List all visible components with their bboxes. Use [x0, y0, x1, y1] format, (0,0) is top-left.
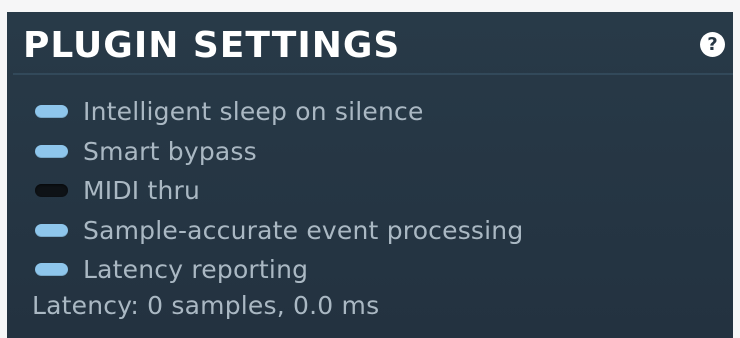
toggle-switch[interactable] [35, 144, 68, 158]
panel-title: PLUGIN SETTINGS [23, 25, 401, 66]
toggle-switch[interactable] [35, 105, 68, 119]
toggle-switch[interactable] [35, 263, 68, 277]
option-intelligent-sleep[interactable]: Intelligent sleep on silence [35, 92, 523, 132]
option-label: Intelligent sleep on silence [83, 97, 424, 127]
option-sample-accurate[interactable]: Sample-accurate event processing [35, 211, 523, 251]
latency-status: Latency: 0 samples, 0.0 ms [32, 291, 380, 320]
option-label: Latency reporting [83, 255, 309, 285]
plugin-settings-panel: PLUGIN SETTINGS ? Intelligent sleep on s… [7, 12, 733, 338]
option-midi-thru[interactable]: MIDI thru [35, 171, 523, 211]
option-label: Sample-accurate event processing [83, 215, 524, 245]
title-divider [13, 73, 733, 75]
option-label: Smart bypass [83, 136, 257, 166]
option-latency-reporting[interactable]: Latency reporting [35, 250, 523, 290]
option-smart-bypass[interactable]: Smart bypass [35, 132, 523, 172]
settings-options-list: Intelligent sleep on silence Smart bypas… [35, 92, 523, 290]
toggle-switch[interactable] [35, 184, 68, 198]
question-mark-icon[interactable]: ? [700, 32, 725, 57]
toggle-switch[interactable] [35, 223, 68, 237]
option-label: MIDI thru [83, 176, 201, 206]
